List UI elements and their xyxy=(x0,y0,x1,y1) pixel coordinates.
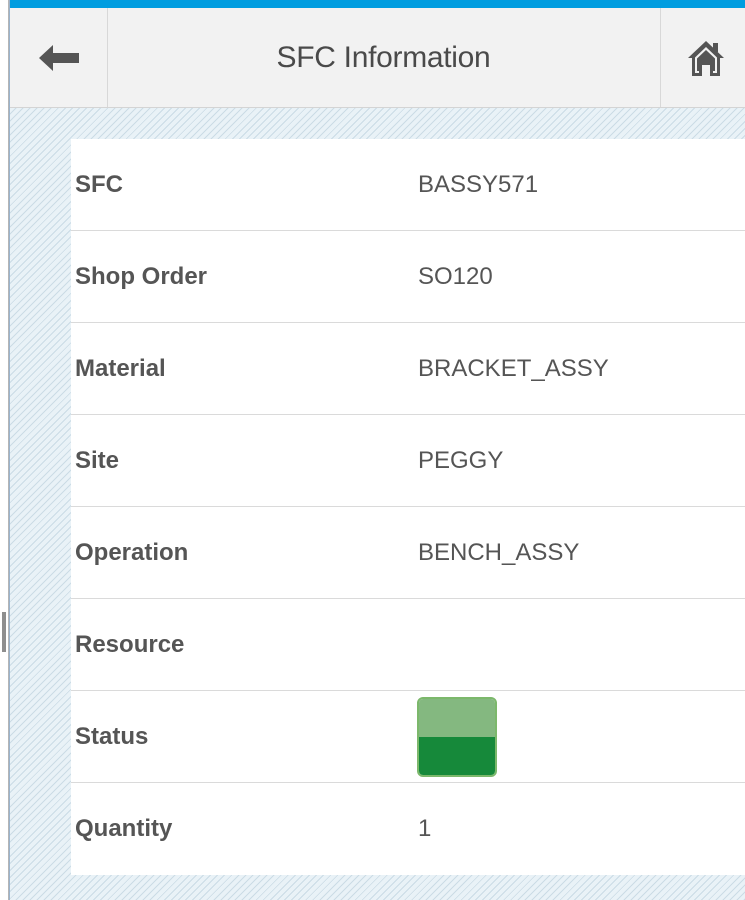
home-icon xyxy=(688,40,724,76)
field-row-shop-order: Shop Order SO120 xyxy=(71,231,745,323)
field-row-quantity: Quantity 1 xyxy=(71,783,745,875)
field-row-material: Material BRACKET_ASSY xyxy=(71,323,745,415)
field-label: SFC xyxy=(75,171,123,198)
field-value: BENCH_ASSY xyxy=(418,539,580,566)
splitter-handle[interactable] xyxy=(2,612,6,652)
field-value: SO120 xyxy=(418,263,493,290)
home-button[interactable] xyxy=(660,8,745,107)
field-label: Status xyxy=(75,723,149,750)
field-value: PEGGY xyxy=(418,447,504,474)
field-label: Shop Order xyxy=(75,263,208,290)
field-label: Operation xyxy=(75,539,189,566)
field-label: Material xyxy=(75,355,166,382)
sfc-details-list: SFC BASSY571 Shop Order SO120 Material B… xyxy=(71,139,745,875)
field-row-status: Status xyxy=(71,691,745,783)
field-label: Site xyxy=(75,447,120,474)
field-value: 1 xyxy=(418,815,432,842)
page-title: SFC Information xyxy=(276,41,491,74)
status-green-icon xyxy=(417,697,497,777)
left-splitter[interactable] xyxy=(0,0,9,900)
arrow-left-icon xyxy=(38,44,79,71)
field-value: BASSY571 xyxy=(418,171,539,198)
field-row-site: Site PEGGY xyxy=(71,415,745,507)
screen: SFC Information SFC BASSY571 Shop Order … xyxy=(0,0,745,900)
back-button[interactable] xyxy=(10,8,108,107)
page-header: SFC Information xyxy=(10,0,745,108)
field-value: BRACKET_ASSY xyxy=(418,355,609,382)
field-row-sfc: SFC BASSY571 xyxy=(71,139,745,231)
sfc-information-page: SFC Information SFC BASSY571 Shop Order … xyxy=(9,0,745,900)
field-row-operation: Operation BENCH_ASSY xyxy=(71,507,745,599)
field-label: Quantity xyxy=(75,815,173,842)
field-row-resource: Resource xyxy=(71,599,745,691)
field-label: Resource xyxy=(75,631,185,658)
